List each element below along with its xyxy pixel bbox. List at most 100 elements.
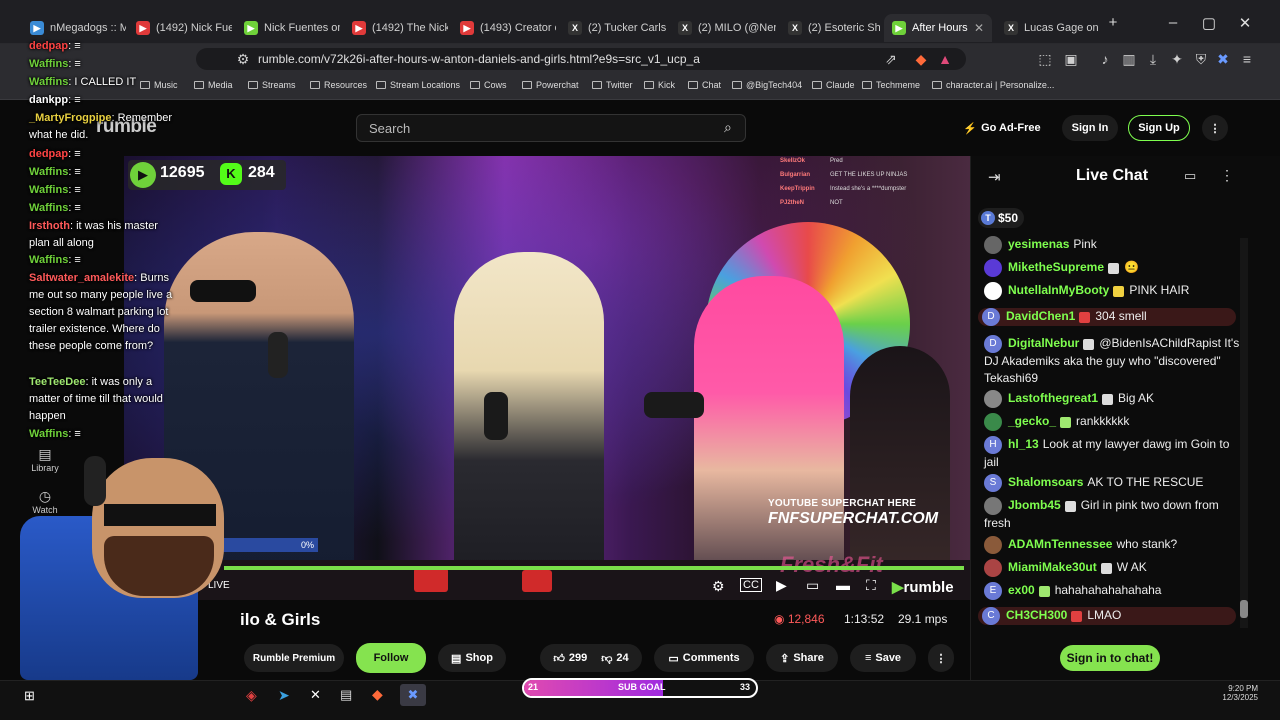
menu-icon[interactable]: ≡ xyxy=(1236,48,1258,70)
bookmark-item[interactable]: Streams xyxy=(248,80,296,90)
bookmark-item[interactable]: Stream Locations xyxy=(376,80,460,90)
vpn-icon[interactable]: ⛨ xyxy=(1190,48,1212,70)
close-window-button[interactable]: ✕ xyxy=(1230,14,1260,32)
taskbar-app-icon[interactable]: ▤ xyxy=(340,687,352,703)
bookmark-item[interactable]: Resources xyxy=(310,80,367,90)
mini-chat-user: KeepTrippin xyxy=(780,186,815,192)
share-page-icon[interactable]: ⇗ xyxy=(880,48,902,70)
browser-tab[interactable]: ▶ (1492) The Nick Fue xyxy=(344,14,448,42)
video-player[interactable]: ▶ 12695 K 284 SkellzOk Pred Bulgarrian GET … xyxy=(124,156,970,600)
extensions-icon[interactable]: ⬚ xyxy=(1034,48,1056,70)
bookmark-item[interactable]: @BigTech404 xyxy=(732,80,802,90)
wallet-icon[interactable]: ▣ xyxy=(1060,48,1082,70)
mini-chat-user: PJ2theN xyxy=(780,200,805,206)
rant-badge[interactable]: T $50 xyxy=(978,208,1024,228)
browser-tab[interactable]: X Lucas Gage on X: "I xyxy=(996,14,1100,42)
sidebar-item-watch[interactable]: ◷ Watch xyxy=(30,488,60,515)
search-icon[interactable]: ⌕ xyxy=(724,119,732,136)
browser-tab[interactable]: ▶ Nick Fuentes on the xyxy=(236,14,340,42)
browser-tab[interactable]: ▶ After Hours ✕ xyxy=(884,14,992,42)
new-tab-button[interactable]: + xyxy=(1098,14,1128,31)
chat-username[interactable]: _gecko_ xyxy=(1008,414,1056,428)
settings-icon[interactable]: ⚙ xyxy=(712,578,725,595)
browser-tab[interactable]: X (2) MILO (@Nero) / xyxy=(670,14,776,42)
host-center xyxy=(454,252,604,600)
sidebar-toggle-icon[interactable]: ▥ xyxy=(1118,48,1140,70)
share-button[interactable]: ⇪ Share xyxy=(766,644,838,672)
theater-icon[interactable]: ▬ xyxy=(836,577,850,593)
seek-bar[interactable] xyxy=(224,566,964,570)
maximize-button[interactable]: ▢ xyxy=(1194,14,1224,32)
tab-label: nMegadogs :: Ma xyxy=(50,22,126,34)
chat-username[interactable]: DavidChen1 xyxy=(1006,309,1075,323)
thumbs-up-icon[interactable]: 👍︎ xyxy=(553,652,565,665)
brave-icon[interactable]: ◆ xyxy=(372,686,383,703)
chat-username[interactable]: hl_13 xyxy=(1008,437,1039,451)
bookmark-item[interactable]: Twitter xyxy=(592,80,633,90)
music-icon[interactable]: ♪ xyxy=(1094,48,1116,70)
rumble-premium-button[interactable]: Rumble Premium xyxy=(244,644,344,672)
chat-message: yesimenas Pink xyxy=(984,236,1246,254)
chat-username[interactable]: DigitalNebur xyxy=(1008,336,1079,350)
chat-username[interactable]: CH3CH300 xyxy=(1006,608,1067,622)
browser-tab[interactable]: ▶ (1493) Creator of Co xyxy=(452,14,556,42)
video-more-icon[interactable]: ⋮ xyxy=(928,644,954,672)
play-icon[interactable]: ▶ xyxy=(776,577,787,594)
bookmark-item[interactable]: Media xyxy=(194,80,233,90)
comments-button[interactable]: ▭ Comments xyxy=(654,644,754,672)
chat-username[interactable]: MiketheSupreme xyxy=(1008,260,1104,274)
bookmark-item[interactable]: Kick xyxy=(644,80,675,90)
bookmark-label: @BigTech404 xyxy=(746,80,803,90)
chat-username[interactable]: ADAMnTennessee xyxy=(1008,537,1112,551)
bookmark-item[interactable]: Claude xyxy=(812,80,855,90)
bookmark-item[interactable]: Techmeme xyxy=(862,80,920,90)
more-options-icon[interactable]: ⋮ xyxy=(1202,115,1228,141)
chat-username[interactable]: ex00 xyxy=(1008,583,1035,597)
follow-button[interactable]: Follow xyxy=(356,643,426,673)
chat-username[interactable]: NutellaInMyBooty xyxy=(1008,283,1109,297)
collapse-chat-icon[interactable]: ⇥ xyxy=(988,168,1001,186)
bookmark-item[interactable]: Powerchat xyxy=(522,80,579,90)
chat-username[interactable]: yesimenas xyxy=(1008,237,1069,251)
ai-icon[interactable]: ✦ xyxy=(1166,48,1188,70)
captions-icon[interactable]: CC xyxy=(740,578,762,592)
chat-username[interactable]: Jbomb45 xyxy=(1008,498,1061,512)
popout-chat-icon[interactable]: ▭ xyxy=(1184,168,1196,184)
profile-icon[interactable]: ✖ xyxy=(1212,48,1234,70)
chat-username[interactable]: Lastofthegreat1 xyxy=(1008,391,1098,405)
close-tab-icon[interactable]: ✕ xyxy=(974,21,984,35)
comments-icon: ▭ xyxy=(668,652,679,665)
thumbs-down-icon[interactable]: 👎︎ xyxy=(601,652,612,665)
download-icon[interactable]: ⤓ xyxy=(1142,48,1164,70)
telegram-icon[interactable]: ➤ xyxy=(278,687,290,704)
site-settings-icon[interactable]: ⚙ xyxy=(232,48,254,70)
chat-options-icon[interactable]: ⋮ xyxy=(1220,167,1234,184)
system-clock[interactable]: 9:20 PM 12/3/2025 xyxy=(1218,684,1258,702)
active-app-icon[interactable]: ✖ xyxy=(400,684,426,706)
rewards-icon[interactable]: ▲ xyxy=(934,48,956,70)
shop-button[interactable]: ▤ Shop xyxy=(438,644,506,672)
x-app-icon[interactable]: ✕ xyxy=(310,687,321,703)
search-input[interactable]: Search xyxy=(356,114,746,142)
bookmark-item[interactable]: character.ai | Personalize... xyxy=(932,80,1054,90)
save-button[interactable]: ≡ Save xyxy=(850,644,916,672)
chat-scrollbar-thumb[interactable] xyxy=(1240,600,1248,618)
fullscreen-icon[interactable]: ⛶ xyxy=(866,577,876,594)
taskbar-app-icon[interactable]: ◈ xyxy=(246,687,257,704)
bookmark-item[interactable]: Chat xyxy=(688,80,721,90)
sign-up-button[interactable]: Sign Up xyxy=(1128,115,1190,141)
sign-in-to-chat-button[interactable]: Sign in to chat! xyxy=(1060,645,1160,671)
url-field[interactable]: rumble.com/v72k26i-after-hours-w-anton-d… xyxy=(196,48,966,70)
chat-username[interactable]: MiamiMake30ut xyxy=(1008,560,1097,574)
browser-tab[interactable]: X (2) Esoteric Shaggy xyxy=(780,14,880,42)
brave-shield-icon[interactable]: ◆ xyxy=(910,48,932,70)
go-ad-free-button[interactable]: ⚡ Go Ad-Free xyxy=(954,116,1050,140)
minimize-button[interactable]: – xyxy=(1158,14,1188,31)
start-icon[interactable]: ⊞ xyxy=(24,688,35,704)
bookmark-item[interactable]: Cows xyxy=(470,80,507,90)
sign-in-button[interactable]: Sign In xyxy=(1062,115,1118,141)
browser-tab[interactable]: X (2) Tucker Carlson o xyxy=(560,14,666,42)
chat-username[interactable]: Shalomsoars xyxy=(1008,475,1083,489)
sidebar-item-library[interactable]: ▤ Library xyxy=(30,446,60,473)
miniplayer-icon[interactable]: ▭ xyxy=(806,577,819,594)
